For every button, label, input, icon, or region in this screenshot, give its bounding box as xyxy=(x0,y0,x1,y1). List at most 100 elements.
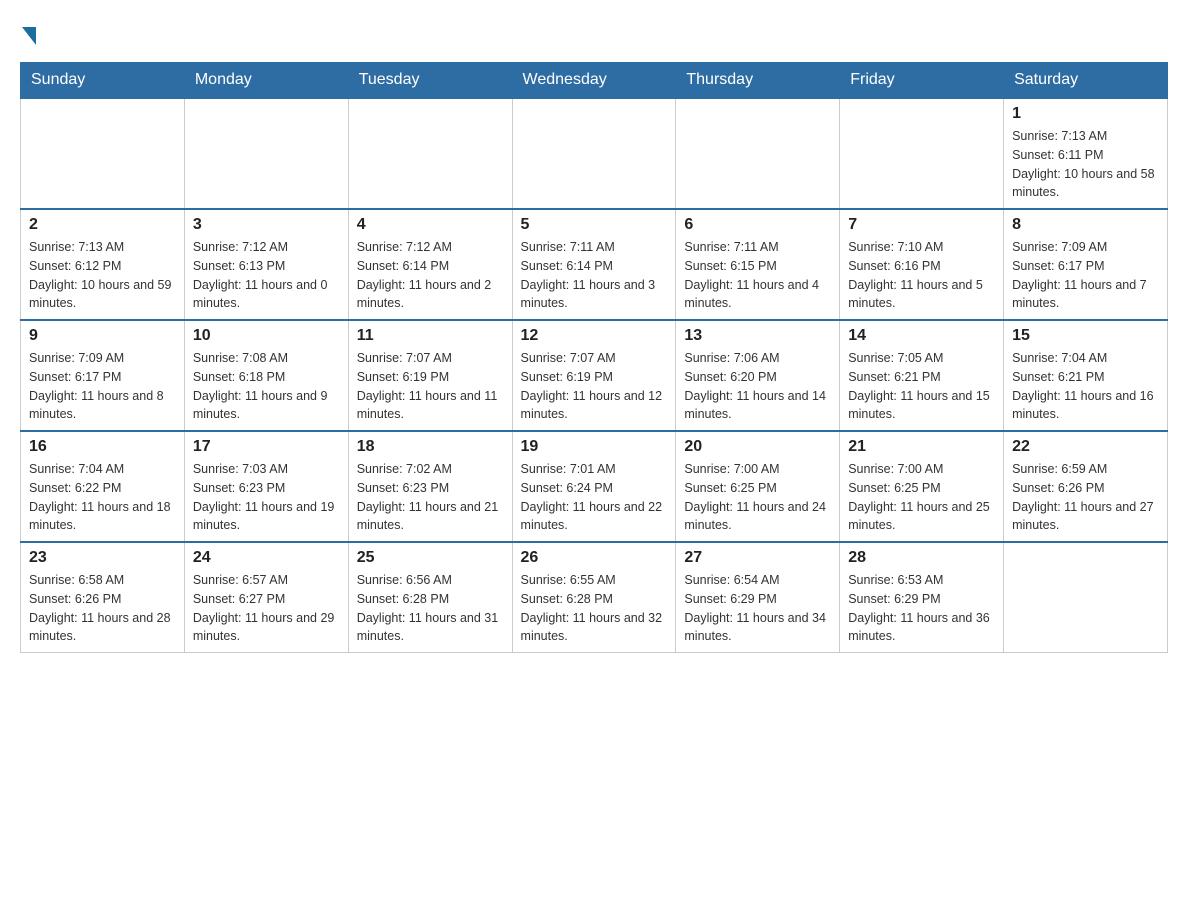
day-number: 12 xyxy=(521,327,668,345)
day-info: Sunrise: 7:00 AMSunset: 6:25 PMDaylight:… xyxy=(848,460,995,535)
day-number: 18 xyxy=(357,438,504,456)
calendar-cell: 5 Sunrise: 7:11 AMSunset: 6:14 PMDaylight… xyxy=(512,209,676,320)
calendar-cell xyxy=(676,98,840,209)
day-number: 13 xyxy=(684,327,831,345)
calendar-cell xyxy=(348,98,512,209)
day-info: Sunrise: 7:11 AMSunset: 6:14 PMDaylight:… xyxy=(521,238,668,313)
calendar-cell: 11 Sunrise: 7:07 AMSunset: 6:19 PMDayligh… xyxy=(348,320,512,431)
day-info: Sunrise: 7:13 AMSunset: 6:12 PMDaylight:… xyxy=(29,238,176,313)
day-number: 5 xyxy=(521,216,668,234)
calendar-cell: 6Sunrise: 7:11 AMSunset: 6:15 PMDaylight… xyxy=(676,209,840,320)
calendar-cell: 17 Sunrise: 7:03 AMSunset: 6:23 PMDayligh… xyxy=(184,431,348,542)
calendar-cell: 7 Sunrise: 7:10 AMSunset: 6:16 PMDaylight… xyxy=(840,209,1004,320)
calendar-cell: 28Sunrise: 6:53 AMSunset: 6:29 PMDayligh… xyxy=(840,542,1004,653)
day-number: 4 xyxy=(357,216,504,234)
day-number: 19 xyxy=(521,438,668,456)
calendar-cell: 13 Sunrise: 7:06 AMSunset: 6:20 PMDayligh… xyxy=(676,320,840,431)
day-number: 8 xyxy=(1012,216,1159,234)
day-info: Sunrise: 7:11 AMSunset: 6:15 PMDaylight:… xyxy=(684,238,831,313)
calendar-cell: 23 Sunrise: 6:58 AMSunset: 6:26 PMDayligh… xyxy=(21,542,185,653)
day-info: Sunrise: 6:59 AMSunset: 6:26 PMDaylight:… xyxy=(1012,460,1159,535)
calendar-cell xyxy=(512,98,676,209)
day-number: 11 xyxy=(357,327,504,345)
calendar-cell: 22 Sunrise: 6:59 AMSunset: 6:26 PMDayligh… xyxy=(1004,431,1168,542)
day-number: 7 xyxy=(848,216,995,234)
day-number: 3 xyxy=(193,216,340,234)
calendar-cell: 26 Sunrise: 6:55 AMSunset: 6:28 PMDayligh… xyxy=(512,542,676,653)
calendar-cell: 19 Sunrise: 7:01 AMSunset: 6:24 PMDayligh… xyxy=(512,431,676,542)
day-info: Sunrise: 7:13 AMSunset: 6:11 PMDaylight:… xyxy=(1012,127,1159,202)
day-number: 9 xyxy=(29,327,176,345)
day-info: Sunrise: 7:08 AMSunset: 6:18 PMDaylight:… xyxy=(193,349,340,424)
weekday-header-friday: Friday xyxy=(840,63,1004,99)
day-info: Sunrise: 7:04 AMSunset: 6:21 PMDaylight:… xyxy=(1012,349,1159,424)
day-number: 14 xyxy=(848,327,995,345)
day-number: 17 xyxy=(193,438,340,456)
weekday-header-thursday: Thursday xyxy=(676,63,840,99)
day-number: 2 xyxy=(29,216,176,234)
weekday-header-monday: Monday xyxy=(184,63,348,99)
weekday-header-row: SundayMondayTuesdayWednesdayThursdayFrid… xyxy=(21,63,1168,99)
calendar-week-row: 16 Sunrise: 7:04 AMSunset: 6:22 PMDayligh… xyxy=(21,431,1168,542)
day-number: 1 xyxy=(1012,105,1159,123)
day-info: Sunrise: 6:55 AMSunset: 6:28 PMDaylight:… xyxy=(521,571,668,646)
weekday-header-wednesday: Wednesday xyxy=(512,63,676,99)
day-info: Sunrise: 7:07 AMSunset: 6:19 PMDaylight:… xyxy=(357,349,504,424)
weekday-header-saturday: Saturday xyxy=(1004,63,1168,99)
day-info: Sunrise: 6:54 AMSunset: 6:29 PMDaylight:… xyxy=(684,571,831,646)
calendar-cell xyxy=(21,98,185,209)
day-info: Sunrise: 7:04 AMSunset: 6:22 PMDaylight:… xyxy=(29,460,176,535)
logo-arrow-icon xyxy=(22,27,36,45)
calendar-cell: 25 Sunrise: 6:56 AMSunset: 6:28 PMDayligh… xyxy=(348,542,512,653)
weekday-header-tuesday: Tuesday xyxy=(348,63,512,99)
day-info: Sunrise: 7:10 AMSunset: 6:16 PMDaylight:… xyxy=(848,238,995,313)
calendar-cell: 20 Sunrise: 7:00 AMSunset: 6:25 PMDayligh… xyxy=(676,431,840,542)
calendar-cell: 8 Sunrise: 7:09 AMSunset: 6:17 PMDaylight… xyxy=(1004,209,1168,320)
weekday-header-sunday: Sunday xyxy=(21,63,185,99)
day-info: Sunrise: 6:57 AMSunset: 6:27 PMDaylight:… xyxy=(193,571,340,646)
calendar-cell: 24 Sunrise: 6:57 AMSunset: 6:27 PMDayligh… xyxy=(184,542,348,653)
calendar-cell: 27Sunrise: 6:54 AMSunset: 6:29 PMDayligh… xyxy=(676,542,840,653)
calendar-cell: 16 Sunrise: 7:04 AMSunset: 6:22 PMDayligh… xyxy=(21,431,185,542)
day-number: 22 xyxy=(1012,438,1159,456)
calendar-week-row: 1 Sunrise: 7:13 AMSunset: 6:11 PMDaylight… xyxy=(21,98,1168,209)
day-number: 16 xyxy=(29,438,176,456)
day-info: Sunrise: 7:03 AMSunset: 6:23 PMDaylight:… xyxy=(193,460,340,535)
day-info: Sunrise: 6:56 AMSunset: 6:28 PMDaylight:… xyxy=(357,571,504,646)
day-number: 24 xyxy=(193,549,340,567)
calendar-cell: 3Sunrise: 7:12 AMSunset: 6:13 PMDaylight… xyxy=(184,209,348,320)
calendar-cell: 18 Sunrise: 7:02 AMSunset: 6:23 PMDayligh… xyxy=(348,431,512,542)
day-info: Sunrise: 7:06 AMSunset: 6:20 PMDaylight:… xyxy=(684,349,831,424)
day-number: 23 xyxy=(29,549,176,567)
calendar-cell: 10 Sunrise: 7:08 AMSunset: 6:18 PMDayligh… xyxy=(184,320,348,431)
day-number: 25 xyxy=(357,549,504,567)
day-number: 21 xyxy=(848,438,995,456)
calendar-cell xyxy=(184,98,348,209)
day-number: 10 xyxy=(193,327,340,345)
calendar-week-row: 9 Sunrise: 7:09 AMSunset: 6:17 PMDaylight… xyxy=(21,320,1168,431)
day-info: Sunrise: 7:09 AMSunset: 6:17 PMDaylight:… xyxy=(1012,238,1159,313)
calendar-cell: 4 Sunrise: 7:12 AMSunset: 6:14 PMDaylight… xyxy=(348,209,512,320)
day-info: Sunrise: 7:09 AMSunset: 6:17 PMDaylight:… xyxy=(29,349,176,424)
day-info: Sunrise: 7:00 AMSunset: 6:25 PMDaylight:… xyxy=(684,460,831,535)
day-number: 26 xyxy=(521,549,668,567)
calendar-cell xyxy=(840,98,1004,209)
day-number: 20 xyxy=(684,438,831,456)
page-header xyxy=(20,20,1168,52)
day-number: 15 xyxy=(1012,327,1159,345)
day-info: Sunrise: 7:01 AMSunset: 6:24 PMDaylight:… xyxy=(521,460,668,535)
calendar-cell: 14 Sunrise: 7:05 AMSunset: 6:21 PMDayligh… xyxy=(840,320,1004,431)
logo xyxy=(20,20,38,52)
calendar-cell: 21 Sunrise: 7:00 AMSunset: 6:25 PMDayligh… xyxy=(840,431,1004,542)
day-info: Sunrise: 7:02 AMSunset: 6:23 PMDaylight:… xyxy=(357,460,504,535)
calendar-cell: 15 Sunrise: 7:04 AMSunset: 6:21 PMDayligh… xyxy=(1004,320,1168,431)
day-info: Sunrise: 7:12 AMSunset: 6:14 PMDaylight:… xyxy=(357,238,504,313)
calendar-table: SundayMondayTuesdayWednesdayThursdayFrid… xyxy=(20,62,1168,653)
calendar-cell: 9 Sunrise: 7:09 AMSunset: 6:17 PMDaylight… xyxy=(21,320,185,431)
day-info: Sunrise: 6:58 AMSunset: 6:26 PMDaylight:… xyxy=(29,571,176,646)
calendar-week-row: 23 Sunrise: 6:58 AMSunset: 6:26 PMDayligh… xyxy=(21,542,1168,653)
calendar-cell xyxy=(1004,542,1168,653)
day-info: Sunrise: 7:05 AMSunset: 6:21 PMDaylight:… xyxy=(848,349,995,424)
day-info: Sunrise: 6:53 AMSunset: 6:29 PMDaylight:… xyxy=(848,571,995,646)
calendar-cell: 2 Sunrise: 7:13 AMSunset: 6:12 PMDaylight… xyxy=(21,209,185,320)
